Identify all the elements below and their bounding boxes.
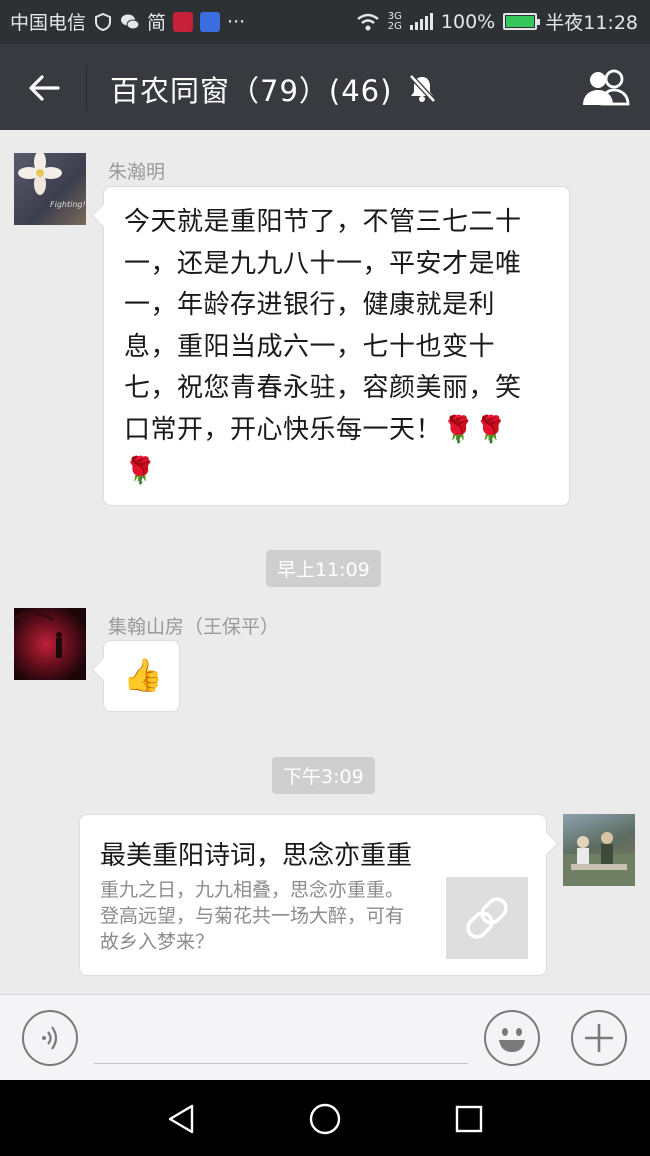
avatar[interactable] <box>563 814 635 886</box>
circle-home-icon[interactable] <box>308 1102 342 1136</box>
app-label: 简 <box>147 12 167 34</box>
square-recents-icon[interactable] <box>452 1102 486 1136</box>
bell-muted-icon <box>409 74 436 103</box>
message-text: 今天就是重阳节了，不管三七二十 一，还是九九八十一，平安才是唯 一，年龄存进银行… <box>124 202 522 493</box>
baidu-icon <box>200 11 221 32</box>
wifi-icon <box>357 13 379 30</box>
link-thumbnail <box>446 877 528 959</box>
avatar[interactable]: Fighting! <box>14 153 86 225</box>
group-members-icon[interactable] <box>580 68 632 108</box>
avatar[interactable] <box>14 608 86 680</box>
message-line: 息，重阳当成六一，七十也变十 <box>124 331 496 362</box>
message-line: 七，祝您青春永驻，容颜美丽，笑 <box>124 373 522 403</box>
signal-icon <box>409 12 433 30</box>
wechat-icon <box>121 14 140 29</box>
message-line: 口常开，开心快乐每一天！🌹🌹 <box>124 414 508 445</box>
message-line: 一，还是九九八十一，平安才是唯 <box>124 248 522 279</box>
flower-avatar-image <box>18 153 62 195</box>
link-card-bubble[interactable]: 最美重阳诗词，思念亦重重 重九之日，九九相叠，思念亦重重。登高远望，与菊花共一场… <box>79 814 547 976</box>
plus-icon <box>585 1024 613 1052</box>
more-notifications: ··· <box>227 10 246 33</box>
timestamp-chip: 早上11:09 <box>266 550 381 587</box>
clock: 半夜11:28 <box>545 12 638 34</box>
emoji-message-bubble[interactable]: 👍 <box>103 640 180 712</box>
sender-name: 朱瀚明 <box>108 161 166 183</box>
system-nav-bar <box>0 1080 650 1156</box>
voice-button[interactable] <box>22 1010 78 1066</box>
status-bar: 中国电信 简 ··· 3G 2G 100% 半夜11:28 <box>0 0 650 44</box>
battery-icon <box>503 13 541 30</box>
network-2g: 2G <box>387 20 402 32</box>
text-message-bubble[interactable]: 今天就是重阳节了，不管三七二十 一，还是九九八十一，平安才是唯 一，年龄存进银行… <box>103 186 570 506</box>
chat-title: 百农同窗（79）(46) <box>110 74 393 108</box>
huawei-icon <box>173 11 194 32</box>
emoji-button[interactable] <box>484 1010 540 1066</box>
voice-icon <box>42 1026 58 1050</box>
link-title: 最美重阳诗词，思念亦重重 <box>100 841 413 871</box>
message-line: 一，年龄存进银行，健康就是利 <box>124 290 496 320</box>
link-description: 重九之日，九九相叠，思念亦重重。登高远望，与菊花共一场大醉，可有故乡入梦来？ <box>100 879 405 953</box>
header-divider <box>86 66 87 110</box>
shield-icon <box>95 12 112 31</box>
network-type: 3G 2G <box>387 11 402 32</box>
message-line: 🌹 <box>124 456 157 486</box>
back-arrow-icon[interactable] <box>26 70 62 106</box>
night-scene-avatar-image <box>14 612 62 658</box>
carrier-label: 中国电信 <box>10 12 87 34</box>
timestamp-chip: 下午3:09 <box>272 757 375 794</box>
battery-fill <box>506 16 535 27</box>
avatar-caption: Fighting! <box>50 200 86 209</box>
triangle-back-icon[interactable] <box>164 1102 198 1136</box>
message-line: 今天就是重阳节了，不管三七二十 <box>124 207 522 237</box>
more-actions-button[interactable] <box>571 1010 627 1066</box>
thumbs-up-icon: 👍 <box>123 656 163 694</box>
chat-input-bar <box>0 994 650 1081</box>
link-icon <box>466 897 508 939</box>
smiley-icon <box>499 1028 525 1052</box>
chat-header: 百农同窗（79）(46) <box>0 44 650 130</box>
group-photo-avatar-image <box>563 832 635 886</box>
battery-percent: 100% <box>440 10 496 33</box>
message-input[interactable] <box>94 1063 468 1064</box>
sender-name: 集翰山房（王保平） <box>108 616 280 638</box>
